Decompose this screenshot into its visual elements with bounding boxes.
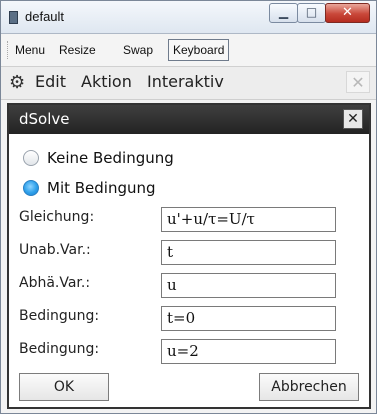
- unab-var-input[interactable]: t: [161, 240, 336, 265]
- app-icon: [9, 11, 18, 24]
- menu-interaktiv[interactable]: Interaktiv: [147, 72, 224, 91]
- label-unab-var: Unab.Var.:: [19, 242, 91, 258]
- menu-aktion[interactable]: Aktion: [81, 72, 132, 91]
- dsolve-dialog: dSolve ✕ Keine Bedingung Mit Bedingung G…: [7, 103, 371, 409]
- maximize-icon: □: [305, 5, 318, 19]
- abha-var-input[interactable]: u: [161, 273, 336, 298]
- label-bedingung-1: Bedingung:: [19, 308, 100, 324]
- gear-icon[interactable]: ⚙: [9, 72, 25, 93]
- window-titlebar[interactable]: default ▁ □ ✕: [1, 1, 376, 34]
- radio-button-unselected[interactable]: [23, 150, 39, 166]
- keyboard-button[interactable]: Keyboard: [168, 39, 230, 61]
- app-toolbar: ⚙ Edit Aktion Interaktiv ✕: [1, 67, 376, 100]
- menu-item-swap[interactable]: Swap: [123, 43, 153, 57]
- abbrechen-button[interactable]: Abbrechen: [259, 373, 359, 401]
- gleichung-input[interactable]: u'+u/τ=U/τ: [161, 207, 336, 232]
- minimize-icon: ▁: [278, 5, 289, 19]
- label-bedingung-2: Bedingung:: [19, 341, 100, 357]
- app-window: default ▁ □ ✕ Menu Resize Swap Keyboard …: [0, 0, 377, 414]
- dialog-title: dSolve: [19, 110, 70, 128]
- close-icon: ✕: [342, 5, 353, 20]
- radio-label: Keine Bedingung: [47, 149, 174, 167]
- radio-label: Mit Bedingung: [47, 179, 156, 197]
- menubar-grip: [7, 41, 11, 59]
- label-abha-var: Abhä.Var.:: [19, 275, 91, 291]
- menu-item-resize[interactable]: Resize: [59, 43, 96, 57]
- window-title: default: [25, 9, 65, 24]
- ok-button[interactable]: OK: [19, 373, 109, 401]
- bedingung-1-input[interactable]: t=0: [161, 306, 336, 331]
- minimize-button[interactable]: ▁: [269, 3, 298, 23]
- toolbar-close-button[interactable]: ✕: [346, 71, 370, 93]
- dialog-close-button[interactable]: ✕: [343, 109, 363, 129]
- bedingung-2-input[interactable]: u=2: [161, 339, 336, 364]
- label-gleichung: Gleichung:: [19, 209, 95, 225]
- dialog-header: dSolve ✕: [9, 105, 369, 134]
- maximize-button[interactable]: □: [297, 3, 326, 23]
- radio-button-selected[interactable]: [23, 180, 39, 196]
- menu-bar: Menu Resize Swap Keyboard: [1, 34, 376, 67]
- window-close-button[interactable]: ✕: [325, 3, 370, 23]
- menu-item-menu[interactable]: Menu: [15, 43, 45, 57]
- menu-edit[interactable]: Edit: [35, 72, 66, 91]
